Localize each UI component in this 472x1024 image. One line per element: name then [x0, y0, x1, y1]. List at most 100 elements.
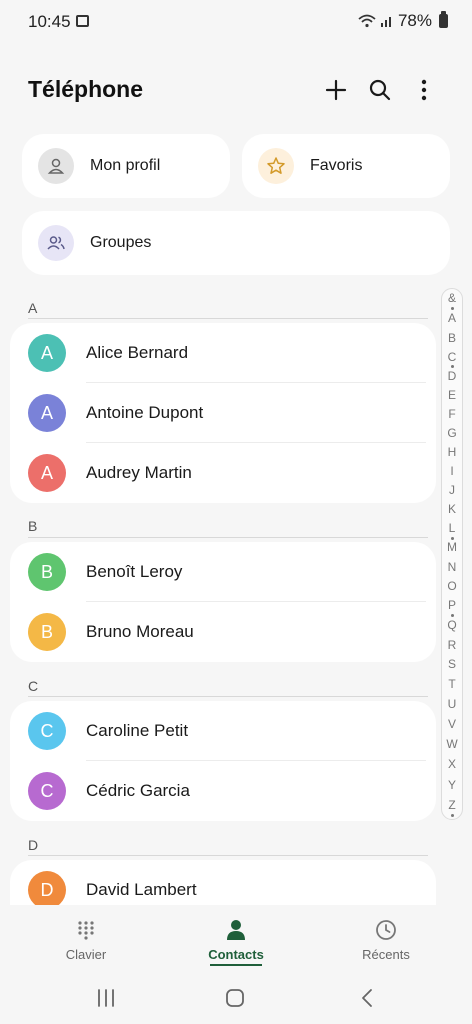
clock-icon [375, 917, 397, 943]
profile-card[interactable]: Mon profil [22, 134, 230, 198]
profile-icon-container [38, 148, 74, 184]
index-letter[interactable]: H [442, 445, 462, 459]
avatar: C [28, 712, 66, 750]
status-right: 78% [358, 11, 448, 31]
contact-item[interactable]: B Benoît Leroy [10, 542, 436, 602]
contact-group-a: A Alice Bernard A Antoine Dupont A Audre… [10, 323, 436, 503]
contact-name: David Lambert [86, 880, 197, 899]
more-options-button[interactable] [408, 74, 440, 106]
add-contact-button[interactable] [320, 74, 352, 106]
index-letter[interactable]: O [442, 579, 462, 593]
avatar: A [28, 334, 66, 372]
tab-label: Clavier [65, 947, 107, 962]
index-separator-dot [451, 365, 454, 368]
index-letter[interactable]: R [442, 638, 462, 652]
person-icon [47, 158, 65, 174]
tab-label: Contacts [208, 947, 264, 962]
favorites-label: Favoris [310, 157, 363, 174]
index-separator-dot [451, 614, 454, 617]
index-letter[interactable]: T [442, 677, 462, 691]
more-vertical-icon [421, 79, 427, 101]
tab-contacts[interactable]: Contacts [176, 905, 296, 970]
search-button[interactable] [364, 74, 396, 106]
contact-item[interactable]: C Cédric Garcia [10, 761, 436, 821]
bottom-navigation: Clavier Contacts Récents [0, 905, 472, 970]
index-letter[interactable]: D [442, 369, 462, 383]
profile-label: Mon profil [90, 157, 161, 174]
contact-item[interactable]: A Antoine Dupont [10, 383, 436, 443]
index-letter[interactable]: N [442, 560, 462, 574]
index-separator-dot [451, 814, 454, 817]
tab-keypad[interactable]: Clavier [26, 905, 146, 970]
contact-item[interactable]: C Caroline Petit [10, 701, 436, 761]
favorites-card[interactable]: Favoris [242, 134, 450, 198]
section-divider [28, 318, 428, 319]
alphabet-index-scroller[interactable]: & A B C D E F G H I J K L M N O P Q R S … [441, 288, 463, 820]
group-icon [47, 236, 65, 250]
person-filled-icon [226, 917, 246, 943]
dialpad-icon [77, 917, 95, 943]
favorites-icon-container [258, 148, 294, 184]
index-letter[interactable]: Z [442, 798, 462, 812]
search-icon [369, 79, 391, 101]
battery-percent: 78% [397, 11, 432, 30]
section-divider [28, 696, 428, 697]
contact-name: Alice Bernard [86, 343, 189, 362]
active-tab-indicator [210, 964, 262, 966]
contact-name: Bruno Moreau [86, 622, 194, 641]
contact-name: Benoît Leroy [86, 562, 183, 581]
avatar: D [28, 871, 66, 905]
section-header-d: D [28, 837, 39, 853]
index-letter[interactable]: X [442, 757, 462, 771]
index-letter[interactable]: A [442, 311, 462, 325]
section-divider [28, 855, 428, 856]
recent-apps-button[interactable] [94, 986, 118, 1010]
groups-card[interactable]: Groupes [22, 211, 450, 275]
index-letter[interactable]: E [442, 388, 462, 402]
contact-item[interactable]: B Bruno Moreau [10, 602, 436, 662]
index-letter[interactable]: J [442, 483, 462, 497]
home-button[interactable] [222, 986, 248, 1010]
recent-apps-icon [98, 989, 114, 1007]
tab-label: Récents [362, 947, 410, 962]
index-letter[interactable]: Q [442, 618, 462, 632]
contact-group-c: C Caroline Petit C Cédric Garcia [10, 701, 436, 821]
index-letter[interactable]: & [442, 291, 462, 305]
index-letter[interactable]: V [442, 717, 462, 731]
plus-icon [325, 79, 347, 101]
index-letter[interactable]: K [442, 502, 462, 516]
contact-item[interactable]: A Audrey Martin [10, 443, 436, 503]
avatar: B [28, 613, 66, 651]
status-bar: 10:45 78% [0, 0, 472, 42]
index-letter[interactable]: B [442, 331, 462, 345]
contact-name: Antoine Dupont [86, 403, 204, 422]
index-letter[interactable]: L [442, 521, 462, 535]
contact-name: Audrey Martin [86, 463, 192, 482]
index-letter[interactable]: W [442, 737, 462, 751]
index-letter[interactable]: M [442, 540, 462, 554]
index-letter[interactable]: U [442, 697, 462, 711]
index-letter[interactable]: G [442, 426, 462, 440]
index-letter[interactable]: Y [442, 778, 462, 792]
section-header-a: A [28, 300, 38, 316]
signal-icon [380, 17, 391, 27]
index-letter[interactable]: P [442, 598, 462, 612]
index-separator-dot [451, 537, 454, 540]
contact-item[interactable]: D David Lambert [10, 860, 436, 905]
contact-item[interactable]: A Alice Bernard [10, 323, 436, 383]
avatar: A [28, 454, 66, 492]
tab-recents[interactable]: Récents [326, 905, 446, 970]
index-letter[interactable]: I [442, 464, 462, 478]
groups-icon-container [38, 225, 74, 261]
system-navigation-bar [0, 970, 472, 1024]
back-button[interactable] [356, 986, 378, 1010]
index-letter[interactable]: F [442, 407, 462, 421]
contact-group-b: B Benoît Leroy B Bruno Moreau [10, 542, 436, 662]
battery-icon [439, 11, 448, 28]
groups-label: Groupes [90, 234, 152, 251]
index-letter[interactable]: S [442, 657, 462, 671]
section-divider [28, 537, 428, 538]
index-letter[interactable]: C [442, 350, 462, 364]
contact-group-d: D David Lambert [10, 860, 436, 905]
star-icon [267, 157, 285, 174]
